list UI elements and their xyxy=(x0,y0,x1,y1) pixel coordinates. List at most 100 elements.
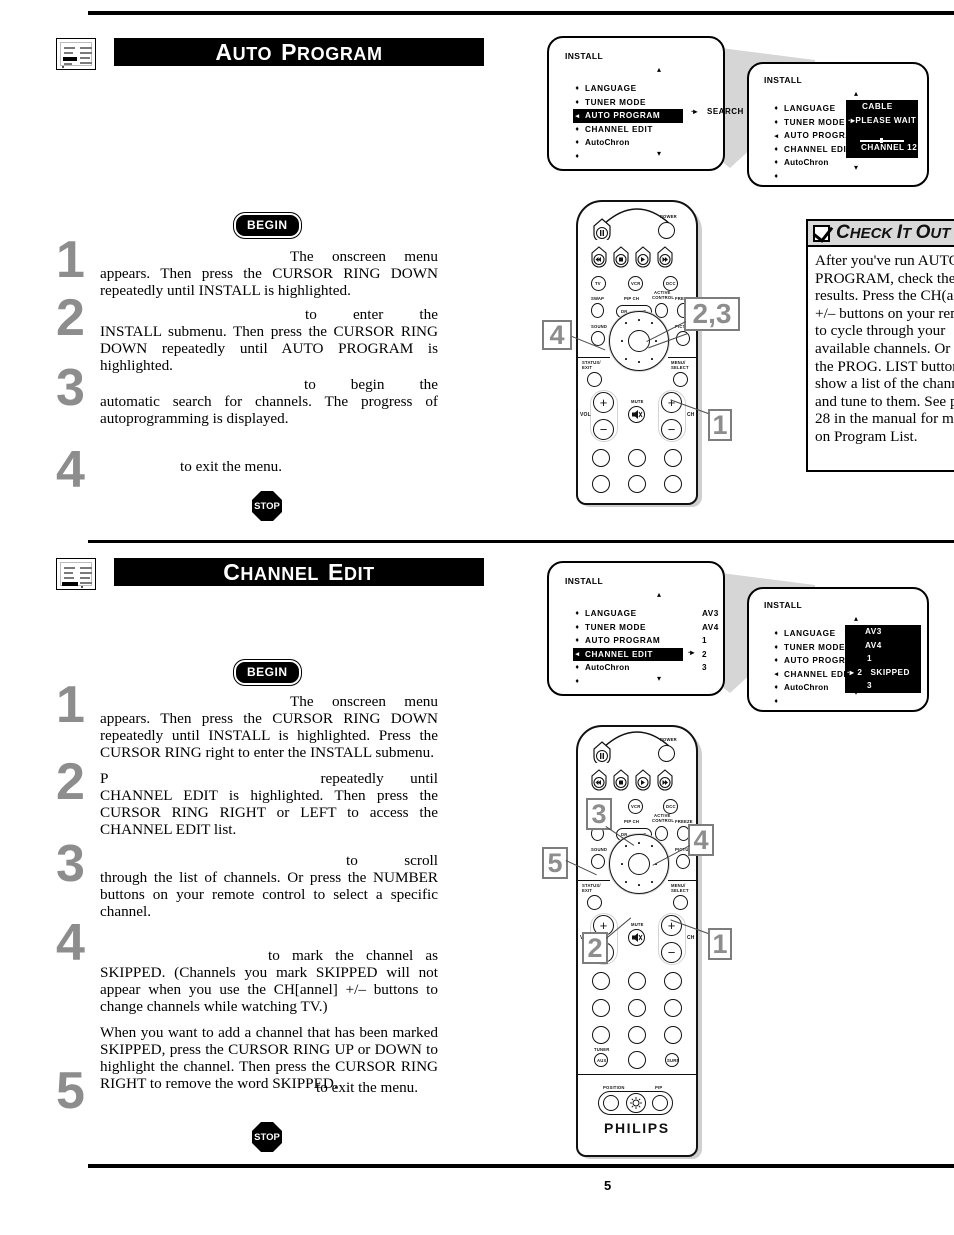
checkmark-icon xyxy=(813,224,830,242)
bullet-icon: ♦ xyxy=(774,684,779,692)
bullet-icon: ♦ xyxy=(575,610,580,618)
step-text: repeatedly until CHANNEL EDIT is highlig… xyxy=(100,770,438,838)
check-it-out-box: CHECK IT OUT After you've run AUTO PROGR… xyxy=(806,219,954,472)
callout-2-3-top: 2,3 xyxy=(684,297,740,331)
step-number: 5 xyxy=(56,1062,85,1120)
number-button[interactable] xyxy=(664,449,682,467)
step-text: to mark the channel as SKIPPED. (Channel… xyxy=(100,947,438,1015)
status-exit-button[interactable] xyxy=(587,372,602,387)
cio-t: T xyxy=(901,225,912,242)
menu-thumbnail-icon xyxy=(56,38,96,70)
transport-buttons[interactable] xyxy=(590,769,682,791)
ch-label: CH xyxy=(687,935,695,941)
number-button[interactable] xyxy=(628,449,646,467)
channel-list-value: AV4 xyxy=(865,640,882,650)
channel-down-button[interactable]: − xyxy=(661,942,682,963)
step-text: to exit the menu. xyxy=(316,1079,419,1096)
channel-value: 2 xyxy=(702,649,708,659)
menu-item-more[interactable]: ♦ xyxy=(573,150,683,164)
swap-button[interactable] xyxy=(591,303,604,318)
vcr-label: VCR xyxy=(631,281,641,286)
step-number: 2 xyxy=(56,753,85,811)
number-button[interactable] xyxy=(592,449,610,467)
number-button[interactable] xyxy=(628,1051,646,1069)
step-number: 1 xyxy=(56,231,85,289)
menu-item-more[interactable]: ♦ xyxy=(772,695,877,709)
bullet-icon: ♦ xyxy=(575,152,580,160)
number-button[interactable] xyxy=(592,972,610,990)
number-button[interactable] xyxy=(628,1026,646,1044)
channel-edit-list-panel: AV3 AV4 1 ∙▸ 2 SKIPPED 3 xyxy=(845,625,921,693)
pause-button[interactable] xyxy=(592,741,612,763)
menu-item-label: AUTO PROGRAM xyxy=(585,636,661,646)
stop-label: STOP xyxy=(254,500,280,512)
menu-item-autochron[interactable]: ♦ AutoChron xyxy=(573,136,683,150)
menu-item-tuner-mode[interactable]: ♦ TUNER MODE xyxy=(573,96,683,110)
scroll-down-arrow: ▾ xyxy=(656,674,661,683)
menu-item-channel-edit[interactable]: ♦ CHANNEL EDIT xyxy=(573,123,683,137)
number-button[interactable] xyxy=(628,972,646,990)
title-cap-p: P xyxy=(281,38,298,65)
status-exit-button[interactable] xyxy=(587,895,602,910)
menu-item-more[interactable]: ♦ xyxy=(573,675,683,689)
menu-item-tuner-mode[interactable]: ♦ TUNER MODE xyxy=(573,621,683,635)
power-button[interactable] xyxy=(658,745,675,762)
sound-label: SOUND xyxy=(591,847,608,852)
stop-label: STOP xyxy=(254,1131,280,1143)
channel-edit-header: CHANNEL EDIT xyxy=(56,558,484,590)
number-button[interactable] xyxy=(664,999,682,1017)
volume-up-button[interactable]: + xyxy=(593,392,614,413)
dcc-label: DCC xyxy=(666,804,676,809)
menu-item-auto-program[interactable]: ◂ AUTO PROGRAM xyxy=(573,109,683,123)
menu-item-more[interactable]: ♦ xyxy=(772,170,877,184)
power-button[interactable] xyxy=(658,222,675,239)
menu-item-channel-edit[interactable]: ◂ CHANNEL EDIT xyxy=(573,647,683,661)
status-exit-label-2: EXIT xyxy=(582,365,593,370)
menu-item-label: TUNER MODE xyxy=(585,97,647,107)
pause-button[interactable] xyxy=(592,218,612,240)
right-arrow-icon: ∙▸ xyxy=(688,648,695,657)
bullet-icon: ◂ xyxy=(774,671,779,679)
number-button[interactable] xyxy=(628,475,646,493)
sound-button[interactable] xyxy=(591,854,605,869)
transport-buttons[interactable] xyxy=(590,246,682,268)
menu-item-autochron[interactable]: ♦ AutoChron xyxy=(573,661,683,675)
callout-5-bottom: 5 xyxy=(542,847,568,879)
channel-value: AV3 xyxy=(702,609,719,618)
channel-up-button[interactable]: + xyxy=(661,915,682,936)
volume-down-button[interactable]: − xyxy=(593,419,614,440)
menu-item-auto-program[interactable]: ♦ AUTO PROGRAM xyxy=(573,634,683,648)
menu-title: INSTALL xyxy=(764,600,803,610)
title-rest-rogram: ROGRAM xyxy=(297,43,383,64)
brand-logo: PHILIPS xyxy=(604,1120,670,1136)
menu-item-label: LANGUAGE xyxy=(784,629,836,639)
picture-button[interactable] xyxy=(676,854,690,869)
pip-button[interactable] xyxy=(652,1095,668,1111)
menu-item-language[interactable]: ♦ LANGUAGE xyxy=(573,607,683,621)
menu-item-label: TUNER MODE xyxy=(784,642,846,652)
menu-select-button[interactable] xyxy=(673,895,688,910)
number-button[interactable] xyxy=(628,999,646,1017)
middle-rule xyxy=(88,540,954,543)
number-button[interactable] xyxy=(664,475,682,493)
callout-2-bottom: 2 xyxy=(582,932,608,964)
tv-menu-screen-install-channel-edit: INSTALL ▴ ♦ LANGUAGE ♦ TUNER MODE ♦ AUTO PR… xyxy=(547,561,725,696)
menu-select-button[interactable] xyxy=(673,372,688,387)
channel-list-value: 3 xyxy=(867,681,873,690)
menu-thumbnail-icon xyxy=(56,558,96,590)
number-button[interactable] xyxy=(592,999,610,1017)
number-button[interactable] xyxy=(592,475,610,493)
bullet-icon: ♦ xyxy=(575,637,580,645)
menu-item-language[interactable]: ♦ LANGUAGE xyxy=(573,82,683,96)
position-button[interactable] xyxy=(603,1095,619,1111)
control-label: CONTROL xyxy=(652,818,675,823)
number-button[interactable] xyxy=(664,972,682,990)
number-button[interactable] xyxy=(592,1026,610,1044)
cursor-ring-center[interactable] xyxy=(628,853,650,875)
menu-item-autochron[interactable]: ♦ AutoChron xyxy=(772,156,877,170)
channel-down-button[interactable]: − xyxy=(661,419,682,440)
menu-item-label: CHANNEL EDIT xyxy=(784,144,853,154)
tv-label: TV xyxy=(595,281,601,286)
number-button[interactable] xyxy=(664,1026,682,1044)
remote-top-curve xyxy=(603,731,671,748)
